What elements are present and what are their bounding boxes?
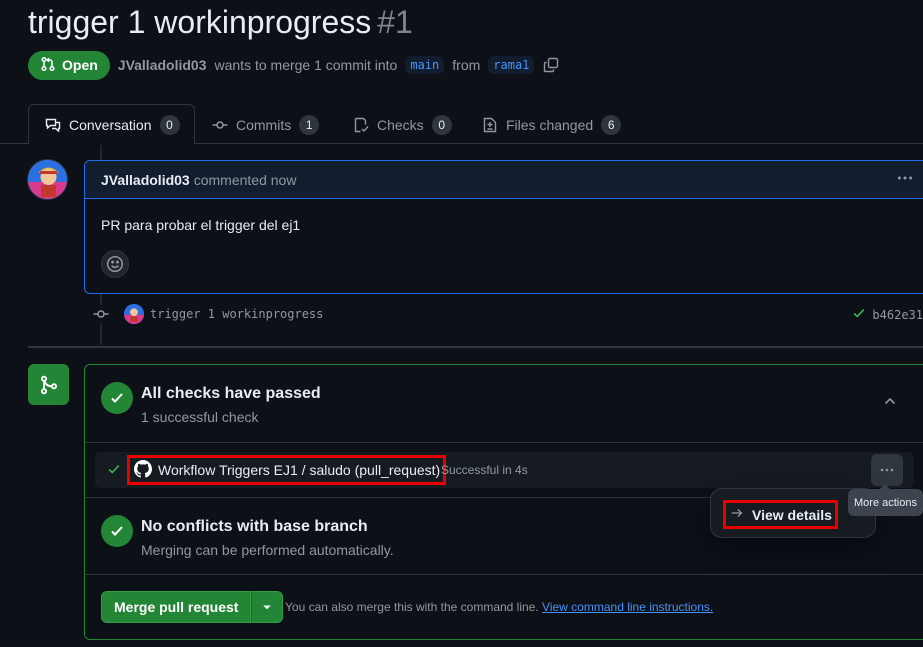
smiley-icon[interactable] [101, 250, 129, 278]
copy-icon[interactable] [542, 56, 560, 74]
check-circle-icon [101, 515, 133, 547]
comment-author[interactable]: JValladolid03 [101, 172, 190, 188]
merge-actions: Merge pull request You can also merge th… [85, 575, 923, 641]
merge-options-button[interactable] [251, 591, 284, 623]
comment-header: JValladolid03 commented now [85, 161, 923, 199]
pr-tabs: Conversation 0 Commits 1 Checks 0 Files … [0, 104, 923, 145]
tab-files-changed[interactable]: Files changed 6 [482, 104, 622, 145]
commit-item: trigger 1 workinprogress b462e31 [92, 302, 923, 326]
command-line-instructions-link[interactable]: View command line instructions. [542, 600, 713, 614]
pr-title: trigger 1 workinprogress [28, 4, 372, 40]
state-badge: Open [28, 50, 110, 80]
merge-hint-text: You can also merge this with the command… [285, 600, 539, 614]
merge-hint: You can also merge this with the command… [285, 600, 713, 614]
pr-meta: Open JValladolid03 wants to merge 1 comm… [28, 50, 560, 80]
conflicts-title: No conflicts with base branch [141, 518, 368, 535]
pr-author-link[interactable]: JValladolid03 [118, 57, 207, 73]
checks-subtitle: 1 successful check [141, 409, 259, 425]
commit-sha-group: b462e31 [852, 306, 923, 323]
avatar[interactable] [27, 159, 68, 200]
state-label: Open [62, 57, 98, 73]
merge-pull-request-button[interactable]: Merge pull request [101, 591, 252, 623]
git-commit-icon [212, 117, 228, 133]
merge-button-group: Merge pull request [101, 591, 284, 623]
kebab-horizontal-icon[interactable] [896, 169, 914, 192]
checks-title: All checks have passed [141, 385, 321, 402]
avatar[interactable] [124, 304, 144, 324]
chevron-up-icon[interactable] [882, 393, 898, 409]
tab-counter: 1 [299, 114, 320, 135]
comment-box: JValladolid03 commented now PR para prob… [84, 160, 923, 294]
tab-counter: 0 [431, 114, 452, 135]
view-details-label: View details [752, 506, 832, 523]
checklist-icon [353, 117, 369, 133]
check-name: Workflow Triggers EJ1 / saludo (pull_req… [158, 462, 441, 478]
check-icon[interactable] [852, 306, 866, 323]
tab-counter: 0 [159, 114, 180, 135]
view-details-menu-item[interactable]: View details [723, 500, 838, 529]
more-actions-button[interactable] [871, 454, 903, 486]
git-commit-icon [92, 305, 110, 323]
tab-label: Commits [236, 116, 292, 133]
from-text: from [452, 57, 481, 73]
check-icon [107, 462, 121, 481]
conflicts-subtitle: Merging can be performed automatically. [141, 542, 394, 558]
tab-checks[interactable]: Checks 0 [353, 104, 452, 145]
timeline-separator [28, 346, 923, 348]
arrow-right-icon [730, 506, 744, 523]
file-diff-icon [482, 117, 498, 133]
github-mark-icon [134, 459, 152, 481]
kebab-horizontal-icon [880, 468, 894, 472]
commit-sha[interactable]: b462e31 [872, 308, 923, 322]
tab-label: Files changed [506, 116, 594, 133]
tab-commits[interactable]: Commits 1 [212, 104, 320, 145]
pr-title-heading: trigger 1 workinprogress #1 [28, 4, 413, 41]
check-name-highlight[interactable]: Workflow Triggers EJ1 / saludo (pull_req… [127, 455, 447, 485]
check-row[interactable]: Workflow Triggers EJ1 / saludo (pull_req… [95, 452, 914, 488]
git-pull-request-icon [40, 56, 56, 75]
base-branch[interactable]: main [405, 56, 445, 74]
check-circle-icon [101, 382, 133, 414]
tab-label: Conversation [69, 116, 152, 133]
commit-message[interactable]: trigger 1 workinprogress [150, 307, 323, 321]
tab-label: Checks [377, 116, 424, 133]
more-actions-tooltip: More actions [848, 484, 923, 516]
comment-timestamp[interactable]: commented now [194, 172, 297, 188]
pr-number: #1 [377, 4, 413, 40]
head-branch[interactable]: rama1 [488, 56, 535, 74]
checks-summary[interactable]: All checks have passed 1 successful chec… [85, 365, 923, 443]
triangle-down-icon [263, 605, 272, 610]
tab-conversation[interactable]: Conversation 0 [28, 104, 195, 145]
comment-discussion-icon [45, 117, 61, 133]
tab-counter: 6 [601, 114, 622, 135]
git-merge-icon [28, 364, 69, 405]
check-status: Successful in 4s [441, 463, 528, 477]
merge-text: wants to merge 1 commit into [214, 57, 398, 73]
comment-body: PR para probar el trigger del ej1 [101, 217, 301, 233]
